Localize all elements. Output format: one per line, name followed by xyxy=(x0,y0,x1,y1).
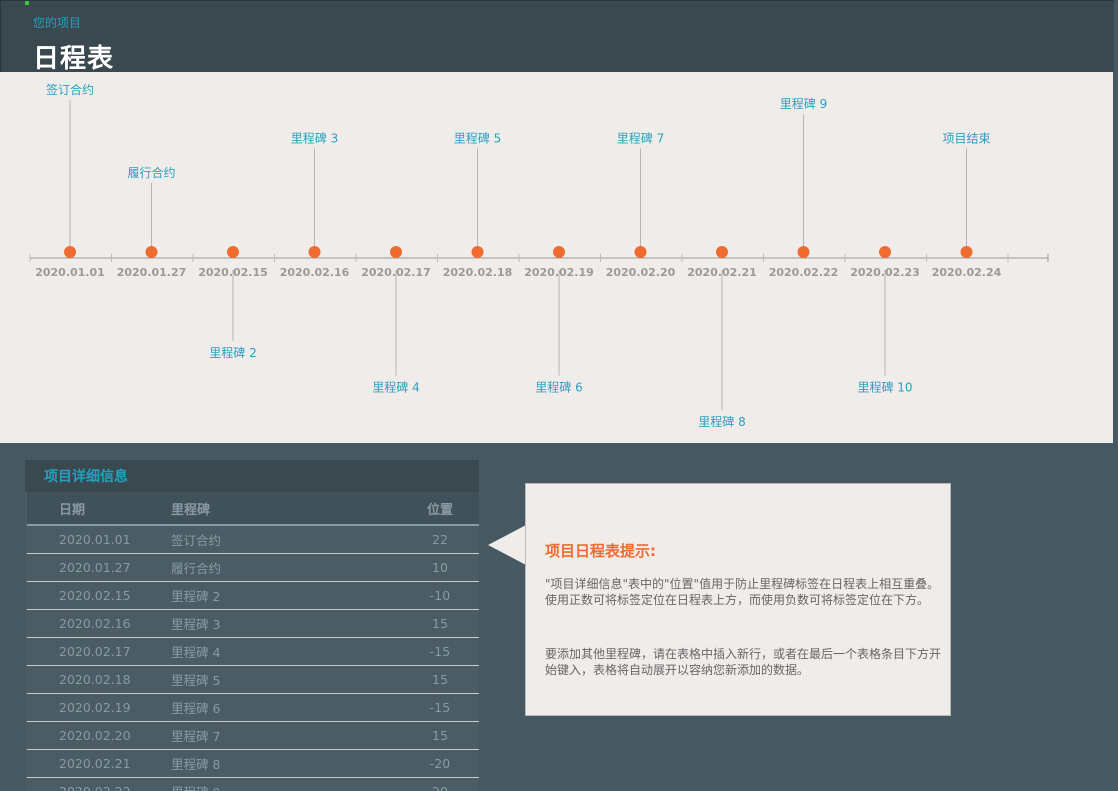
cell-date[interactable]: 2020.02.15 xyxy=(27,581,170,610)
table-row[interactable]: 2020.02.21 里程碑 8 -20 xyxy=(27,749,479,778)
table-row[interactable]: 2020.02.16 里程碑 3 15 xyxy=(27,609,479,638)
timeline-date-label: 2020.02.15 xyxy=(198,266,268,279)
cell-position[interactable]: 15 xyxy=(362,609,479,638)
cell-position[interactable]: -20 xyxy=(362,749,479,778)
timeline-date-label: 2020.02.17 xyxy=(361,266,431,279)
cell-date[interactable]: 2020.02.16 xyxy=(27,609,170,638)
cell-date[interactable]: 2020.02.20 xyxy=(27,721,170,750)
cell-milestone[interactable]: 签订合约 xyxy=(170,525,362,554)
timeline-date-label: 2020.02.16 xyxy=(280,266,350,279)
table-row[interactable]: 2020.01.27 履行合约 10 xyxy=(27,553,479,582)
timeline-date-label: 2020.02.22 xyxy=(769,266,839,279)
timeline-date-label: 2020.02.18 xyxy=(443,266,513,279)
milestone-marker[interactable] xyxy=(960,246,973,258)
app-header: 您的项目 日程表 xyxy=(0,0,1114,74)
milestone-marker[interactable] xyxy=(471,246,484,258)
milestone-label: 项目结束 xyxy=(942,132,990,146)
tip-paragraph-1: "项目详细信息"表中的"位置"值用于防止里程碑标签在日程表上相互重叠。使用正数可… xyxy=(545,577,940,607)
table-row[interactable]: 2020.02.15 里程碑 2 -10 xyxy=(27,581,479,610)
column-header-position[interactable]: 位置 xyxy=(362,492,479,526)
tip-title: 项目日程表提示: xyxy=(545,542,656,560)
cell-position[interactable]: -15 xyxy=(362,693,479,722)
cell-date[interactable]: 2020.01.01 xyxy=(27,525,170,554)
milestone-label: 里程碑 8 xyxy=(698,414,745,429)
cell-milestone[interactable]: 里程碑 4 xyxy=(170,637,362,666)
milestone-marker[interactable] xyxy=(553,246,565,258)
cell-milestone[interactable]: 里程碑 8 xyxy=(170,749,362,778)
cell-milestone[interactable]: 里程碑 5 xyxy=(170,665,362,694)
project-details-panel: 项目详细信息 日期 里程碑 位置 2020.01.01 签订合约 22 2020.01… xyxy=(25,460,479,791)
page-title: 日程表 xyxy=(33,44,115,74)
column-header-milestone[interactable]: 里程碑 xyxy=(170,492,362,526)
milestone-marker[interactable] xyxy=(634,246,647,258)
milestone-marker[interactable] xyxy=(390,246,402,258)
timeline-date-label: 2020.01.01 xyxy=(35,266,105,279)
table-row[interactable]: 2020.02.19 里程碑 6 -15 xyxy=(27,693,479,722)
milestone-label: 里程碑 2 xyxy=(209,345,256,360)
cell-milestone[interactable]: 里程碑 7 xyxy=(170,721,362,750)
column-header-date[interactable]: 日期 xyxy=(27,492,170,526)
milestone-marker[interactable] xyxy=(64,246,76,258)
tip-pointer xyxy=(488,525,526,565)
milestone-marker[interactable] xyxy=(797,246,810,258)
table-row[interactable]: 2020.02.22里程碑 920 xyxy=(27,777,479,791)
timeline-date-label: 2020.01.27 xyxy=(117,266,187,279)
details-table: 日期 里程碑 位置 2020.01.01 签订合约 22 2020.01.27 履行合约… xyxy=(27,492,479,791)
cell-position[interactable]: -15 xyxy=(362,637,479,666)
milestone-label: 签订合约 xyxy=(46,82,94,97)
milestone-marker[interactable] xyxy=(145,246,158,258)
cell-date[interactable]: 2020.02.17 xyxy=(27,637,170,666)
cell-position[interactable]: -10 xyxy=(362,581,479,610)
status-indicator xyxy=(25,1,29,5)
timeline-date-label: 2020.02.19 xyxy=(524,266,594,279)
milestone-marker[interactable] xyxy=(227,246,239,258)
tip-paragraph-2: 要添加其他里程碑，请在表格中插入新行，或者在最后一个表格条目下方开始键入，表格将… xyxy=(545,647,942,677)
cell-milestone[interactable]: 里程碑 2 xyxy=(170,581,362,610)
cell-position[interactable]: 15 xyxy=(362,665,479,694)
cell-date[interactable]: 2020.02.21 xyxy=(27,749,170,778)
cell-milestone[interactable]: 里程碑 3 xyxy=(170,609,362,638)
cell-position[interactable]: 10 xyxy=(362,553,479,582)
timeline-chart: 2020.01.01 签订合约 2020.01.27 履行合约 2020.02.15 里程… xyxy=(0,72,1113,443)
tip-box: 项目日程表提示: "项目详细信息"表中的"位置"值用于防止里程碑标签在日程表上相… xyxy=(525,483,951,716)
cell-milestone[interactable]: 履行合约 xyxy=(170,553,362,582)
cell-date[interactable]: 2020.02.22 xyxy=(27,777,170,791)
cell-date[interactable]: 2020.02.19 xyxy=(27,693,170,722)
milestone-label: 里程碑 10 xyxy=(857,380,912,395)
timeline-date-label: 2020.02.23 xyxy=(850,266,920,279)
milestone-label: 里程碑 5 xyxy=(454,131,501,146)
milestone-marker[interactable] xyxy=(308,246,321,258)
cell-position[interactable]: 15 xyxy=(362,721,479,750)
timeline-date-label: 2020.02.24 xyxy=(932,266,1002,279)
milestone-label: 里程碑 6 xyxy=(535,380,582,395)
cell-position[interactable]: 22 xyxy=(362,525,479,554)
table-header-row: 日期 里程碑 位置 xyxy=(27,492,479,526)
milestone-marker[interactable] xyxy=(716,246,728,258)
milestone-marker[interactable] xyxy=(879,246,891,258)
details-title: 项目详细信息 xyxy=(25,460,479,492)
milestone-label: 里程碑 7 xyxy=(617,131,664,146)
timeline-date-label: 2020.02.20 xyxy=(606,266,676,279)
milestone-label: 里程碑 9 xyxy=(780,96,827,111)
milestone-label: 里程碑 4 xyxy=(372,380,419,395)
milestone-label: 里程碑 3 xyxy=(291,131,338,146)
milestone-label: 履行合约 xyxy=(127,165,175,180)
table-row[interactable]: 2020.01.01 签订合约 22 xyxy=(27,525,479,554)
timeline-svg: 2020.01.01 签订合约 2020.01.27 履行合约 2020.02.15 里程… xyxy=(29,82,1049,429)
table-row[interactable]: 2020.02.18 里程碑 5 15 xyxy=(27,665,479,694)
cell-milestone[interactable]: 里程碑 9 xyxy=(170,777,362,791)
timeline-date-label: 2020.02.21 xyxy=(687,266,757,279)
cell-date[interactable]: 2020.01.27 xyxy=(27,553,170,582)
table-row[interactable]: 2020.02.20 里程碑 7 15 xyxy=(27,721,479,750)
table-row[interactable]: 2020.02.17 里程碑 4 -15 xyxy=(27,637,479,666)
cell-position[interactable]: 20 xyxy=(362,777,479,791)
cell-milestone[interactable]: 里程碑 6 xyxy=(170,693,362,722)
cell-date[interactable]: 2020.02.18 xyxy=(27,665,170,694)
project-subtitle: 您的项目 xyxy=(33,16,82,30)
